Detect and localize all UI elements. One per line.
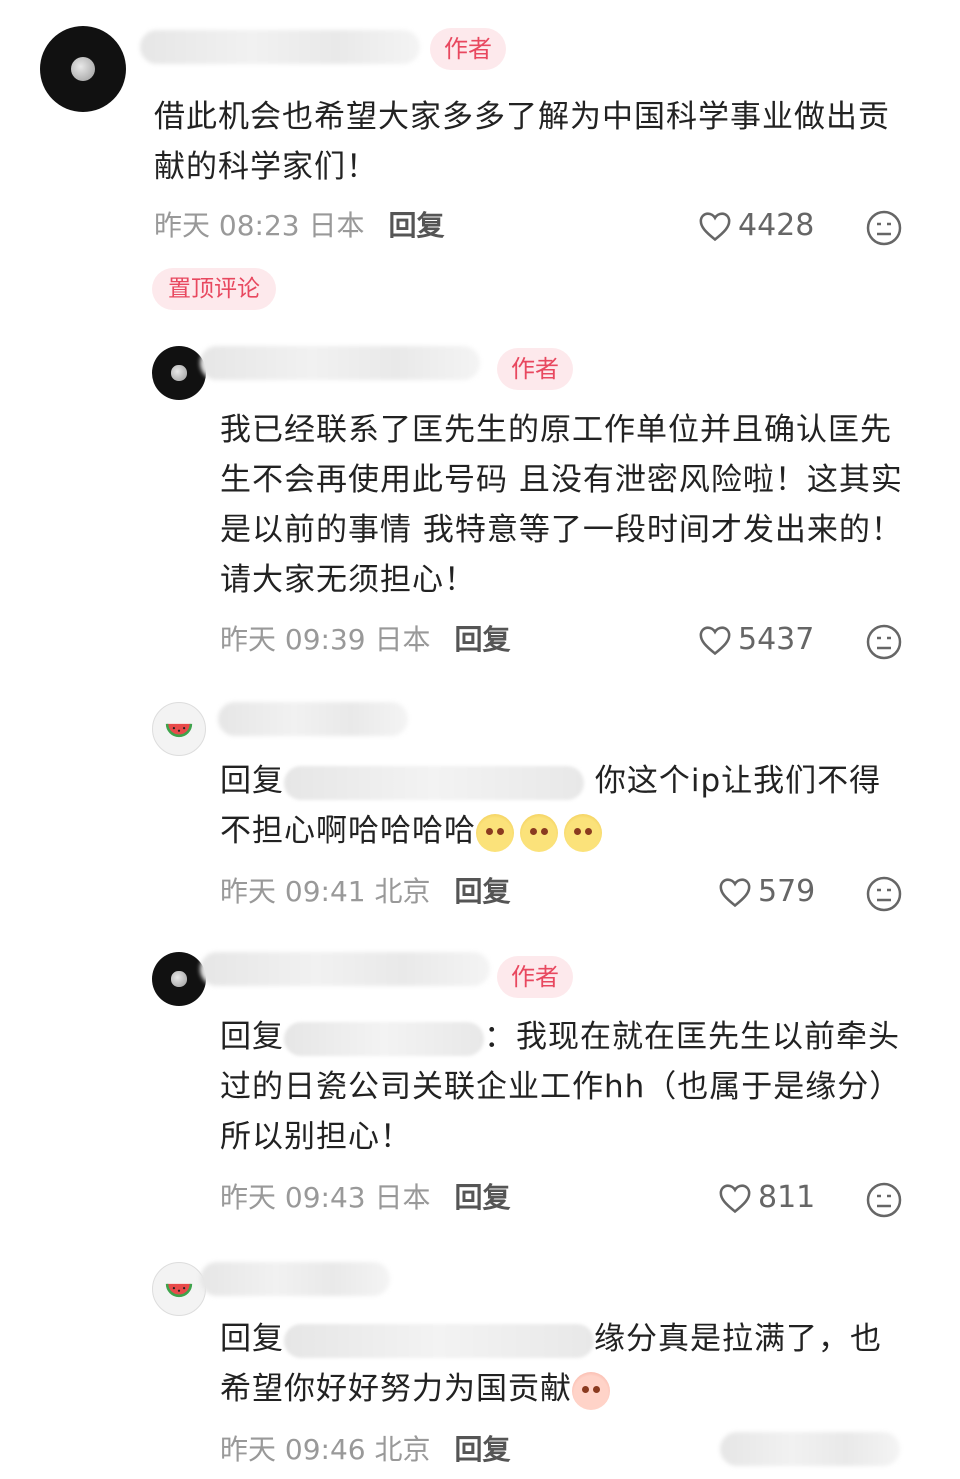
reply-button[interactable]: 回复 bbox=[455, 1433, 511, 1466]
username-redacted[interactable] bbox=[200, 346, 480, 380]
like-count: 579 bbox=[758, 874, 816, 909]
like-button[interactable]: 4428 bbox=[698, 206, 814, 246]
username-redacted[interactable] bbox=[218, 702, 408, 736]
comment-meta: 昨天 08:23 日本 回复 bbox=[154, 206, 445, 246]
comment-text: 回复 缘分真是拉满了，也希望你好好努力为国贡献 bbox=[220, 1314, 910, 1414]
emoji-icon bbox=[476, 813, 514, 852]
like-count: 4428 bbox=[738, 208, 815, 243]
dislike-face-icon[interactable] bbox=[864, 1180, 904, 1220]
author-badge: 作者 bbox=[497, 956, 573, 998]
reply-button[interactable]: 回复 bbox=[455, 1181, 511, 1214]
author-avatar[interactable] bbox=[152, 952, 206, 1006]
emoji-icon bbox=[520, 813, 558, 852]
comment-text: 借此机会也希望大家多多了解为中国科学事业做出贡献的科学家们！ bbox=[154, 99, 890, 185]
username-redacted[interactable] bbox=[200, 1262, 390, 1296]
like-count: 811 bbox=[758, 1180, 816, 1215]
pinned-comment-badge: 置顶评论 bbox=[152, 268, 276, 310]
username-redacted[interactable] bbox=[140, 30, 420, 64]
reply-button[interactable]: 回复 bbox=[455, 623, 511, 656]
timestamp: 昨天 09:39 日本 bbox=[220, 623, 431, 656]
emoji-icon bbox=[564, 813, 602, 852]
like-area-redacted bbox=[720, 1432, 900, 1466]
comment-meta: 昨天 09:39 日本 回复 bbox=[220, 620, 511, 660]
reply-button[interactable]: 回复 bbox=[389, 209, 445, 242]
comment-meta: 昨天 09:43 日本 回复 bbox=[220, 1178, 511, 1218]
timestamp: 昨天 09:46 北京 bbox=[220, 1433, 431, 1466]
author-avatar[interactable] bbox=[40, 26, 126, 112]
mention-redacted[interactable] bbox=[284, 1323, 594, 1358]
comment-meta: 昨天 09:41 北京 回复 bbox=[220, 872, 511, 912]
dislike-face-icon[interactable] bbox=[864, 874, 904, 914]
like-button[interactable]: 5437 bbox=[698, 620, 814, 660]
like-button[interactable]: 579 bbox=[718, 872, 815, 912]
timestamp: 昨天 09:43 日本 bbox=[220, 1181, 431, 1214]
dislike-face-icon[interactable] bbox=[864, 208, 904, 248]
heart-icon bbox=[699, 212, 731, 242]
user-avatar[interactable] bbox=[152, 1262, 206, 1316]
moon-avatar-icon bbox=[171, 365, 187, 381]
watermelon-avatar-icon bbox=[165, 1283, 193, 1298]
heart-icon bbox=[699, 626, 731, 656]
reply-button[interactable]: 回复 bbox=[455, 875, 511, 908]
timestamp: 昨天 09:41 北京 bbox=[220, 875, 431, 908]
comment-meta: 昨天 09:46 北京 回复 bbox=[220, 1430, 511, 1470]
timestamp: 昨天 08:23 日本 bbox=[154, 209, 365, 242]
author-avatar[interactable] bbox=[152, 346, 206, 400]
heart-icon bbox=[719, 1184, 751, 1214]
author-badge: 作者 bbox=[430, 28, 506, 70]
author-badge: 作者 bbox=[497, 348, 573, 390]
moon-avatar-icon bbox=[171, 971, 187, 987]
heart-icon bbox=[719, 878, 751, 908]
mention-redacted[interactable] bbox=[284, 765, 584, 800]
comment-text: 回复 你这个ip让我们不得不担心啊哈哈哈哈 bbox=[220, 756, 910, 856]
moon-avatar-icon bbox=[70, 56, 96, 82]
watermelon-avatar-icon bbox=[165, 723, 193, 738]
comment-text: 回复 ：我现在就在匡先生以前牵头过的日瓷公司关联企业工作hh（也属于是缘分）所以别… bbox=[220, 1019, 902, 1155]
emoji-icon bbox=[572, 1371, 610, 1410]
like-button[interactable]: 811 bbox=[718, 1178, 815, 1218]
like-count: 5437 bbox=[738, 622, 815, 657]
user-avatar[interactable] bbox=[152, 702, 206, 756]
mention-redacted[interactable] bbox=[284, 1021, 484, 1056]
username-redacted[interactable] bbox=[200, 952, 490, 986]
dislike-face-icon[interactable] bbox=[864, 622, 904, 662]
comment-text: 我已经联系了匡先生的原工作单位并且确认匡先生不会再使用此号码 且没有泄密风险啦！… bbox=[220, 412, 903, 598]
